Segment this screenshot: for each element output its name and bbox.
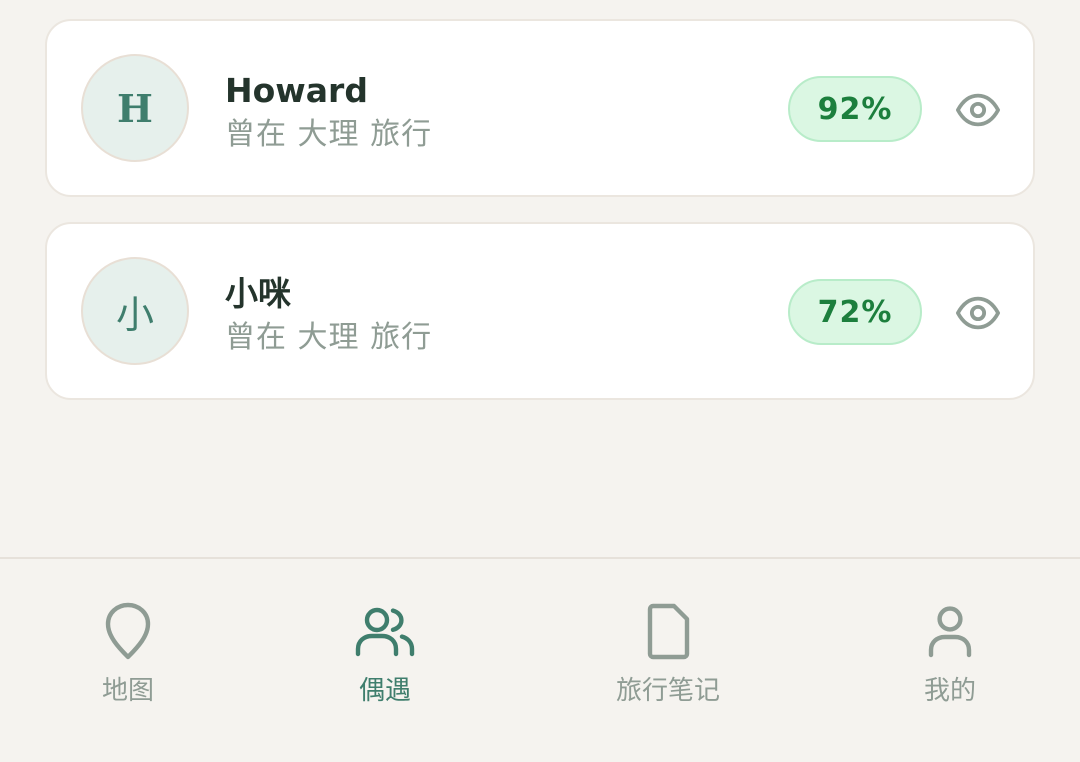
match-percent-badge: 72% bbox=[788, 279, 922, 345]
match-card[interactable]: 小 小咪 曾在 大理 旅行 72% bbox=[45, 222, 1035, 400]
match-subtitle: 曾在 大理 旅行 bbox=[225, 320, 433, 355]
map-pin-icon bbox=[96, 599, 160, 663]
tab-travel-notes[interactable]: 旅行笔记 bbox=[578, 599, 758, 719]
note-icon bbox=[636, 599, 700, 663]
tab-label: 我的 bbox=[923, 676, 976, 706]
match-name: 小咪 bbox=[225, 274, 291, 313]
avatar: H bbox=[81, 54, 189, 162]
tab-label: 旅行笔记 bbox=[615, 676, 720, 706]
tab-map[interactable]: 地图 bbox=[38, 599, 218, 719]
eye-icon[interactable] bbox=[955, 290, 1001, 336]
tab-label: 偶遇 bbox=[358, 676, 411, 706]
match-percent-badge: 92% bbox=[788, 76, 922, 142]
user-icon bbox=[918, 599, 982, 663]
match-name: Howard bbox=[225, 71, 368, 110]
tab-encounter[interactable]: 偶遇 bbox=[295, 599, 475, 719]
eye-icon[interactable] bbox=[955, 87, 1001, 133]
bottom-tab-bar: 地图 偶遇 旅行笔记 我的 bbox=[0, 557, 1080, 762]
match-card[interactable]: H Howard 曾在 大理 旅行 92% bbox=[45, 19, 1035, 197]
match-subtitle: 曾在 大理 旅行 bbox=[225, 117, 433, 152]
users-icon bbox=[353, 599, 417, 663]
tab-me[interactable]: 我的 bbox=[860, 599, 1040, 719]
avatar: 小 bbox=[81, 257, 189, 365]
tab-label: 地图 bbox=[101, 676, 154, 706]
